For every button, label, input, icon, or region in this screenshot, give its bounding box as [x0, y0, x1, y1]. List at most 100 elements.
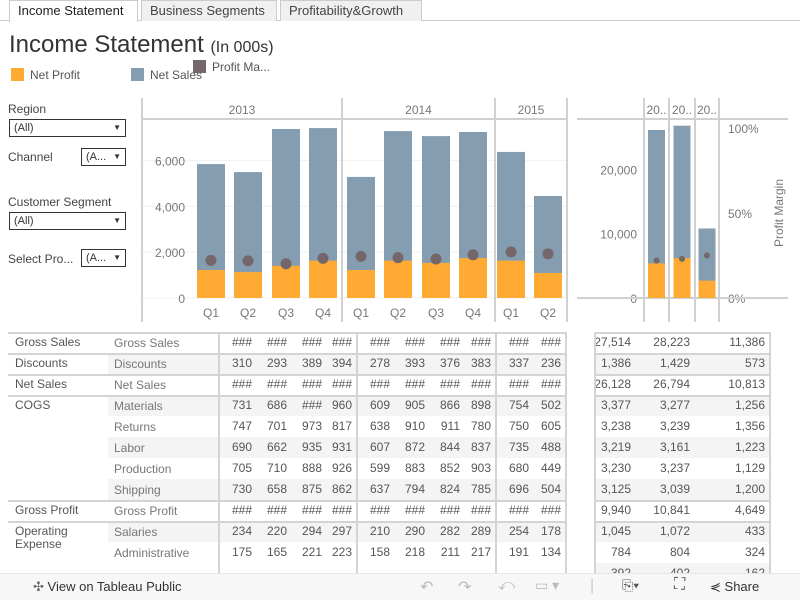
row-category: Gross Sales — [15, 335, 81, 349]
profit-margin-point — [653, 257, 660, 264]
y-tick-label: 2,000 — [155, 246, 185, 260]
table-cell: 293 — [266, 356, 287, 370]
row-band — [108, 395, 565, 416]
table-cell: 294 — [301, 524, 322, 538]
group-divider — [594, 500, 770, 502]
table-cell: 297 — [331, 524, 352, 538]
profit-margin-point — [542, 248, 554, 260]
table-cell: 638 — [369, 419, 390, 433]
table-cell: ### — [508, 335, 529, 349]
table-cell: 837 — [470, 440, 491, 454]
view-on-tableau-button[interactable]: ✣ View on Tableau Public — [33, 579, 181, 595]
table-cell: 785 — [470, 482, 491, 496]
table-cell: 502 — [540, 398, 561, 412]
undo-icon[interactable]: ↶ — [420, 577, 433, 597]
table-cell: 844 — [439, 440, 460, 454]
download-icon[interactable]: ⎘▾ — [622, 577, 639, 594]
share-button[interactable]: ⋞ Share — [710, 579, 759, 595]
row-label: Materials — [114, 399, 163, 413]
table-cell: 178 — [540, 524, 561, 538]
y-tick-label: 10,000 — [600, 228, 637, 242]
table-cell: 218 — [404, 545, 425, 559]
table-cell: 383 — [470, 356, 491, 370]
table-cell: 282 — [439, 524, 460, 538]
row-label: Returns — [114, 420, 157, 434]
net-profit-bar — [234, 272, 262, 298]
total-cell: 1,256 — [734, 398, 765, 412]
total-cell: 27,514 — [594, 335, 631, 349]
table-cell: ### — [331, 503, 352, 517]
table-cell: 605 — [540, 419, 561, 433]
table-cell: 393 — [404, 356, 425, 370]
table-cell: 686 — [266, 398, 287, 412]
table-cell: ### — [540, 335, 561, 349]
table-cell: ### — [404, 335, 425, 349]
table-cell: 754 — [508, 398, 529, 412]
table-cell: 599 — [369, 461, 390, 475]
net-profit-bar — [197, 270, 225, 298]
table-cell: 488 — [540, 440, 561, 454]
table-cell: 134 — [540, 545, 561, 559]
divider: | — [590, 577, 595, 594]
total-cell: 1,129 — [734, 461, 765, 475]
group-divider — [8, 521, 565, 523]
table-cell: 735 — [508, 440, 529, 454]
quarter-label: Q3 — [428, 306, 444, 320]
table-cell: 866 — [439, 398, 460, 412]
table-cell: ### — [266, 503, 287, 517]
row-category: Operating — [15, 524, 68, 538]
column-divider — [495, 332, 497, 573]
total-cell: 3,125 — [600, 482, 631, 496]
quarter-label: Q2 — [540, 306, 556, 320]
y2-axis-title: Profit Margin — [772, 179, 786, 247]
y2-tick-label: 100% — [728, 122, 759, 136]
table-cell: 731 — [231, 398, 252, 412]
quarter-label: Q2 — [390, 306, 406, 320]
table-cell: 221 — [301, 545, 322, 559]
total-cell: 1,429 — [659, 356, 690, 370]
row-band — [594, 479, 770, 500]
row-label: Labor — [114, 441, 145, 455]
total-cell: 11,386 — [729, 335, 765, 349]
net-profit-bar — [309, 260, 337, 298]
table-cell: 609 — [369, 398, 390, 412]
profit-margin-point — [505, 246, 517, 258]
group-divider — [8, 500, 565, 502]
total-cell: 3,237 — [659, 461, 690, 475]
table-cell: ### — [266, 335, 287, 349]
table-cell: ### — [369, 335, 390, 349]
revert-icon[interactable]: ⤺ — [498, 577, 515, 595]
row-band — [108, 353, 565, 374]
table-cell: 223 — [331, 545, 352, 559]
table-cell: 607 — [369, 440, 390, 454]
net-profit-bar — [698, 280, 716, 298]
quarter-label: Q2 — [240, 306, 256, 320]
view-label: View on Tableau Public — [47, 579, 182, 594]
year-header: 2014 — [405, 103, 432, 117]
table-cell: 191 — [508, 545, 529, 559]
table-cell: ### — [470, 335, 491, 349]
table-cell: 911 — [440, 419, 460, 433]
table-cell: 217 — [470, 545, 491, 559]
refresh-icon[interactable]: ▭ ▾ — [535, 577, 559, 594]
row-category: COGS — [15, 398, 51, 412]
group-divider — [8, 353, 565, 355]
total-cell: 1,045 — [600, 524, 631, 538]
table-cell: ### — [508, 503, 529, 517]
table-cell: 680 — [508, 461, 529, 475]
table-cell: ### — [439, 503, 460, 517]
net-profit-bar — [347, 270, 375, 298]
fullscreen-icon[interactable]: ⛶ — [674, 576, 685, 594]
table-cell: ### — [470, 377, 491, 391]
column-divider — [565, 332, 567, 573]
table-cell: 701 — [266, 419, 287, 433]
table-cell: 730 — [231, 482, 252, 496]
quarter-label: Q1 — [503, 306, 519, 320]
group-divider — [8, 395, 565, 397]
redo-icon[interactable]: ↷ — [458, 577, 471, 597]
row-label: Salaries — [114, 525, 158, 539]
table-cell: 389 — [301, 356, 322, 370]
column-divider — [218, 332, 220, 573]
total-cell: 3,230 — [600, 461, 631, 475]
table-cell: 662 — [266, 440, 287, 454]
